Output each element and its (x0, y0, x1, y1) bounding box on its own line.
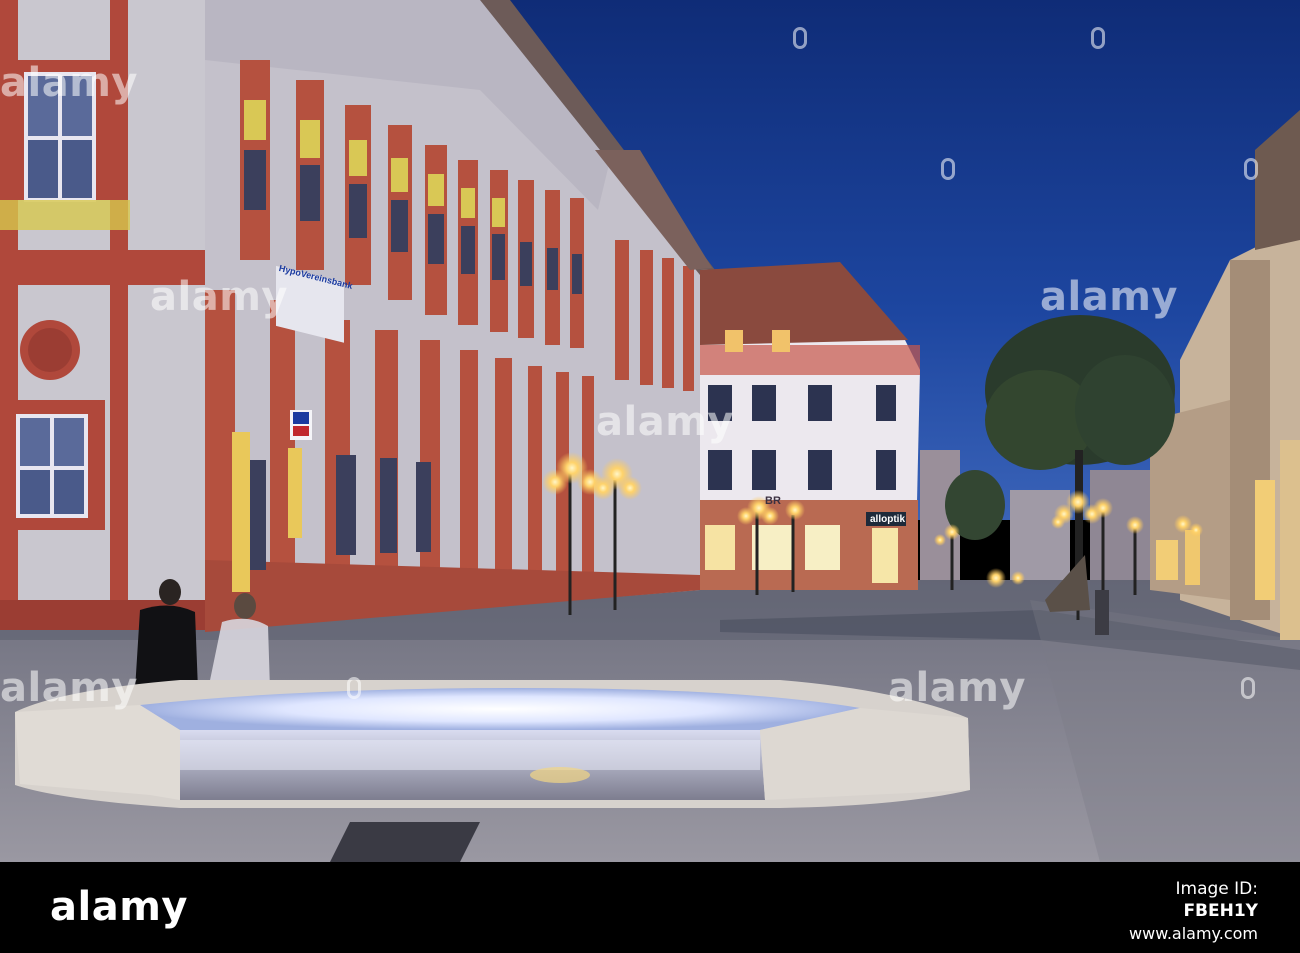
bank-entrance-lit (232, 432, 250, 592)
watermark-icon (1244, 158, 1258, 180)
shop-sign-partial: BR (765, 495, 781, 507)
alamy-logo: alamy (50, 884, 188, 930)
image-id-value: FBEH1Y (1183, 901, 1258, 921)
watermark-icon (1091, 27, 1105, 49)
image-id-label: Image ID: (1175, 879, 1258, 899)
info-pillar (1095, 590, 1109, 635)
footer-url[interactable]: www.alamy.com (1129, 924, 1258, 943)
watermark-icon (793, 27, 807, 49)
drain-grate (330, 822, 480, 862)
stock-photo-page: HypoVereinsbank alloptik BR alamy alamy … (0, 0, 1300, 953)
optician-sign-text: alloptik (870, 514, 906, 525)
watermark-icon (347, 677, 361, 699)
street-night-photo: HypoVereinsbank alloptik BR alamy alamy … (0, 0, 1300, 862)
photo-canvas (0, 0, 1300, 862)
watermark-icon (941, 158, 955, 180)
optician-shop (872, 528, 898, 583)
fountain (15, 680, 970, 808)
watermark-icon (1241, 677, 1255, 699)
image-id-block: Image ID: FBEH1Y (1176, 878, 1258, 922)
stock-footer-bar: alamy Image ID: FBEH1Y www.alamy.com (0, 862, 1300, 953)
shop-window-left (705, 525, 735, 570)
